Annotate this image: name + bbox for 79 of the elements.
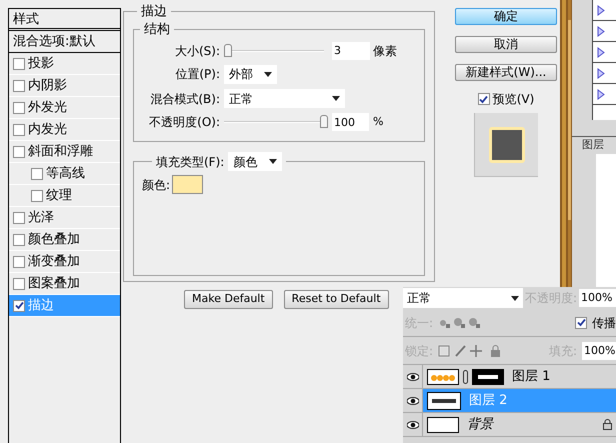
- unit-label: 像素: [373, 42, 397, 60]
- dialog-button[interactable]: 确定: [455, 8, 557, 25]
- checkbox[interactable]: [13, 80, 25, 92]
- opacity-label: 不透明度(O):: [148, 114, 221, 131]
- checkbox[interactable]: [13, 102, 25, 114]
- fill-type-label: 填充类型(F):: [156, 154, 224, 170]
- color-label: 颜色:: [142, 176, 170, 194]
- size-field[interactable]: 3: [332, 42, 370, 60]
- layer-thumbnail: [427, 416, 459, 432]
- checkbox[interactable]: [13, 278, 25, 290]
- mask-thumbnail: [472, 368, 504, 384]
- style-item[interactable]: 投影: [9, 53, 120, 75]
- position-dropdown[interactable]: 外部: [224, 64, 277, 84]
- play-icon[interactable]: [597, 68, 605, 78]
- style-item[interactable]: 内发光: [9, 119, 120, 141]
- group-title: 结构: [143, 20, 171, 38]
- link-icon[interactable]: [463, 370, 468, 384]
- play-icon[interactable]: [597, 26, 605, 36]
- eye-icon[interactable]: [406, 420, 418, 428]
- fill-type-dropdown[interactable]: 颜色: [228, 152, 282, 171]
- slider-thumb[interactable]: [320, 115, 328, 128]
- style-item[interactable]: 等高线: [9, 163, 120, 185]
- slider-thumb[interactable]: [224, 44, 232, 56]
- layer-name: 图层 1: [512, 368, 550, 386]
- checkbox[interactable]: [478, 93, 490, 105]
- unit-label: %: [373, 114, 384, 130]
- style-item[interactable]: 纹理: [9, 185, 120, 207]
- layer-thumbnail: [427, 392, 461, 410]
- layer-name: 图层 2: [469, 392, 508, 410]
- play-icon[interactable]: [597, 4, 605, 16]
- style-item[interactable]: 渐变叠加: [9, 251, 120, 273]
- caret-icon: [269, 159, 278, 164]
- dialog-button[interactable]: 新建样式(W)...: [455, 64, 557, 81]
- blend-mode-label: 混合模式(B):: [149, 90, 221, 108]
- panel-tab[interactable]: 图层: [582, 137, 604, 154]
- caret-icon: [332, 96, 340, 101]
- dialog-button[interactable]: 取消: [455, 36, 557, 53]
- style-item[interactable]: 光泽: [9, 207, 120, 229]
- checkbox[interactable]: [13, 124, 25, 136]
- checkbox[interactable]: [31, 190, 43, 202]
- checkbox[interactable]: [13, 234, 25, 246]
- propagate-label: 传播: [592, 314, 616, 332]
- style-item[interactable]: 内阴影: [9, 75, 120, 97]
- opacity-field[interactable]: 100: [332, 113, 369, 131]
- unify-icons-drawing[interactable]: [438, 316, 482, 328]
- default-button[interactable]: Make Default: [184, 290, 273, 309]
- default-button[interactable]: Reset to Default: [284, 290, 389, 309]
- style-item[interactable]: 颜色叠加: [9, 229, 120, 251]
- checkbox[interactable]: [13, 58, 25, 70]
- section-title: 描边: [140, 3, 168, 21]
- preview-swatch: [474, 113, 538, 177]
- layer-row[interactable]: 图层 1: [423, 365, 616, 388]
- checkbox[interactable]: [13, 212, 25, 224]
- checkbox[interactable]: [31, 168, 43, 180]
- layer-name: 背景: [467, 416, 493, 434]
- caret-icon: [511, 296, 519, 300]
- style-item[interactable]: 外发光: [9, 97, 120, 119]
- style-item[interactable]: 斜面和浮雕: [9, 141, 120, 163]
- checkbox[interactable]: [13, 146, 25, 158]
- styles-header: 样式: [9, 9, 120, 31]
- checkbox[interactable]: [575, 316, 587, 328]
- color-swatch[interactable]: [172, 175, 204, 194]
- slider[interactable]: [224, 44, 324, 58]
- preview-label: 预览(V): [492, 91, 534, 108]
- slider[interactable]: [224, 115, 328, 129]
- play-icon[interactable]: [597, 88, 605, 100]
- eye-icon[interactable]: [406, 372, 418, 380]
- eye-icon[interactable]: [406, 396, 418, 404]
- layer-thumbnail: [427, 368, 459, 384]
- checkbox[interactable]: [13, 256, 25, 268]
- size-label: 大小(S):: [174, 42, 221, 60]
- caret-icon: [264, 72, 272, 76]
- play-icon[interactable]: [597, 46, 605, 58]
- blending-options-item[interactable]: 混合选项:默认: [9, 31, 120, 53]
- layer-row[interactable]: 背景: [423, 413, 616, 436]
- position-label: 位置(P):: [174, 66, 221, 83]
- checkbox[interactable]: [13, 300, 25, 312]
- blend-mode-dropdown[interactable]: 正常: [224, 89, 345, 108]
- blend-mode-dropdown[interactable]: 正常: [403, 288, 523, 308]
